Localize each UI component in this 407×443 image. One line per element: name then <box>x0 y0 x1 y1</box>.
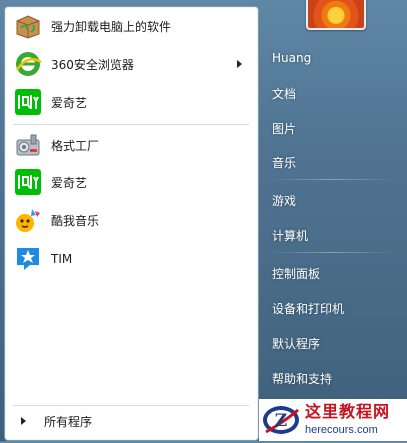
separator <box>268 252 396 253</box>
right-item-label: 音乐 <box>272 155 297 170</box>
right-item-label: 游戏 <box>272 193 297 208</box>
program-label: 强力卸载电脑上的软件 <box>51 19 172 34</box>
program-kuwo-music[interactable]: 酷我音乐 <box>11 203 252 237</box>
program-label: 爱奇艺 <box>51 175 88 190</box>
watermark-logo-icon: Z <box>261 400 301 440</box>
watermark-url: herecours.com <box>305 424 378 436</box>
right-item-pictures[interactable]: 图片 <box>265 115 399 141</box>
programs-pane: 强力卸载电脑上的软件 360安全浏览器 爱奇艺 格式工厂 爱奇艺 酷我音乐 TI… <box>4 6 259 441</box>
all-programs-label: 所有程序 <box>44 414 93 429</box>
program-label: 格式工厂 <box>51 138 100 153</box>
program-tim[interactable]: TIM <box>11 242 252 276</box>
separator <box>13 124 249 125</box>
right-item-label: 控制面板 <box>272 266 321 281</box>
right-item-devices-printers[interactable]: 设备和打印机 <box>265 295 399 321</box>
right-item-default-programs[interactable]: 默认程序 <box>265 330 399 356</box>
kuwo-music-icon <box>13 205 43 235</box>
iqiyi-icon <box>13 167 43 197</box>
separator <box>13 405 249 406</box>
program-iqiyi-2[interactable]: 爱奇艺 <box>11 165 252 199</box>
right-item-documents[interactable]: 文档 <box>265 80 399 106</box>
all-programs-button[interactable]: 所有程序 <box>11 408 252 434</box>
uninstall-box-icon <box>13 11 43 41</box>
360-browser-icon <box>13 49 43 79</box>
tim-icon <box>13 244 43 274</box>
right-item-user[interactable]: Huang <box>265 45 399 71</box>
right-item-games[interactable]: 游戏 <box>265 187 399 213</box>
program-360-browser[interactable]: 360安全浏览器 <box>11 47 252 81</box>
separator <box>268 179 396 180</box>
right-item-control-panel[interactable]: 控制面板 <box>265 260 399 286</box>
right-item-label: 计算机 <box>272 228 309 243</box>
expand-arrow-icon <box>21 417 26 425</box>
submenu-arrow-icon[interactable] <box>237 60 242 68</box>
right-item-label: 默认程序 <box>272 336 321 351</box>
program-label: 爱奇艺 <box>51 95 88 110</box>
right-item-computer[interactable]: 计算机 <box>265 222 399 248</box>
watermark-title: 这里教程网 <box>305 402 391 421</box>
right-item-label: 文档 <box>272 86 297 101</box>
iqiyi-icon <box>13 87 43 117</box>
program-format-factory[interactable]: 格式工厂 <box>11 128 252 162</box>
user-picture[interactable] <box>306 0 366 30</box>
right-item-label: 帮助和支持 <box>272 371 333 386</box>
right-item-music[interactable]: 音乐 <box>265 149 399 175</box>
program-iqiyi[interactable]: 爱奇艺 <box>11 85 252 119</box>
program-label: 酷我音乐 <box>51 213 100 228</box>
right-item-help-support[interactable]: 帮助和支持 <box>265 365 399 391</box>
right-item-label: 设备和打印机 <box>272 301 345 316</box>
program-label: 360安全浏览器 <box>51 57 134 72</box>
program-uninstaller[interactable]: 强力卸载电脑上的软件 <box>11 9 252 43</box>
format-factory-icon <box>13 130 43 160</box>
watermark-logo-letter: Z <box>275 411 287 431</box>
user-name: Huang <box>272 51 312 65</box>
program-label: TIM <box>51 252 73 266</box>
right-item-label: 图片 <box>272 121 297 136</box>
watermark: Z 这里教程网 herecours.com <box>259 399 407 441</box>
